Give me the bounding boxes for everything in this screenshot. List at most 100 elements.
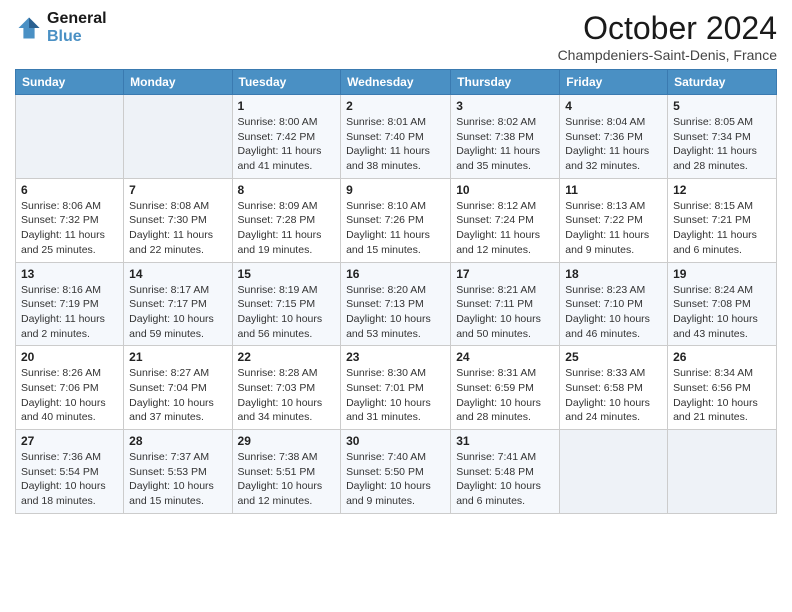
day-number: 1 bbox=[238, 99, 336, 113]
logo-text: General Blue bbox=[47, 10, 107, 45]
day-number: 22 bbox=[238, 350, 336, 364]
day-info: Sunrise: 8:26 AMSunset: 7:06 PMDaylight:… bbox=[21, 366, 118, 425]
day-info: Sunrise: 8:21 AMSunset: 7:11 PMDaylight:… bbox=[456, 283, 554, 342]
calendar-cell bbox=[124, 95, 232, 179]
calendar-cell: 1 Sunrise: 8:00 AMSunset: 7:42 PMDaylight… bbox=[232, 95, 341, 179]
day-number: 23 bbox=[346, 350, 445, 364]
day-number: 8 bbox=[238, 183, 336, 197]
day-info: Sunrise: 8:15 AMSunset: 7:21 PMDaylight:… bbox=[673, 199, 771, 258]
logo: General Blue bbox=[15, 10, 107, 45]
calendar-cell: 10 Sunrise: 8:12 AMSunset: 7:24 PMDayligh… bbox=[451, 178, 560, 262]
day-info: Sunrise: 8:33 AMSunset: 6:58 PMDaylight:… bbox=[565, 366, 662, 425]
day-number: 2 bbox=[346, 99, 445, 113]
day-number: 18 bbox=[565, 267, 662, 281]
weekday-header-sunday: Sunday bbox=[16, 70, 124, 95]
day-number: 27 bbox=[21, 434, 118, 448]
day-number: 10 bbox=[456, 183, 554, 197]
location-title: Champdeniers-Saint-Denis, France bbox=[558, 47, 777, 63]
day-number: 16 bbox=[346, 267, 445, 281]
day-info: Sunrise: 8:08 AMSunset: 7:30 PMDaylight:… bbox=[129, 199, 226, 258]
day-number: 26 bbox=[673, 350, 771, 364]
day-info: Sunrise: 8:24 AMSunset: 7:08 PMDaylight:… bbox=[673, 283, 771, 342]
calendar-cell: 18 Sunrise: 8:23 AMSunset: 7:10 PMDayligh… bbox=[560, 262, 668, 346]
day-info: Sunrise: 7:40 AMSunset: 5:50 PMDaylight:… bbox=[346, 450, 445, 509]
day-info: Sunrise: 8:12 AMSunset: 7:24 PMDaylight:… bbox=[456, 199, 554, 258]
calendar-cell: 14 Sunrise: 8:17 AMSunset: 7:17 PMDayligh… bbox=[124, 262, 232, 346]
calendar-cell: 2 Sunrise: 8:01 AMSunset: 7:40 PMDaylight… bbox=[341, 95, 451, 179]
day-number: 28 bbox=[129, 434, 226, 448]
calendar-cell: 4 Sunrise: 8:04 AMSunset: 7:36 PMDaylight… bbox=[560, 95, 668, 179]
calendar-cell: 28 Sunrise: 7:37 AMSunset: 5:53 PMDayligh… bbox=[124, 430, 232, 514]
calendar-cell: 26 Sunrise: 8:34 AMSunset: 6:56 PMDayligh… bbox=[668, 346, 777, 430]
calendar-cell: 8 Sunrise: 8:09 AMSunset: 7:28 PMDaylight… bbox=[232, 178, 341, 262]
day-number: 25 bbox=[565, 350, 662, 364]
day-info: Sunrise: 8:30 AMSunset: 7:01 PMDaylight:… bbox=[346, 366, 445, 425]
day-info: Sunrise: 8:23 AMSunset: 7:10 PMDaylight:… bbox=[565, 283, 662, 342]
weekday-header-monday: Monday bbox=[124, 70, 232, 95]
day-info: Sunrise: 8:16 AMSunset: 7:19 PMDaylight:… bbox=[21, 283, 118, 342]
day-number: 31 bbox=[456, 434, 554, 448]
calendar-cell: 6Sunrise: 8:06 AMSunset: 7:32 PMDaylight… bbox=[16, 178, 124, 262]
calendar-cell: 21Sunrise: 8:27 AMSunset: 7:04 PMDayligh… bbox=[124, 346, 232, 430]
calendar-cell: 13Sunrise: 8:16 AMSunset: 7:19 PMDayligh… bbox=[16, 262, 124, 346]
calendar-cell bbox=[16, 95, 124, 179]
calendar-cell: 24 Sunrise: 8:31 AMSunset: 6:59 PMDayligh… bbox=[451, 346, 560, 430]
calendar-cell: 29Sunrise: 7:38 AMSunset: 5:51 PMDayligh… bbox=[232, 430, 341, 514]
day-info: Sunrise: 8:28 AMSunset: 7:03 PMDaylight:… bbox=[238, 366, 336, 425]
weekday-header-saturday: Saturday bbox=[668, 70, 777, 95]
calendar-cell: 7 Sunrise: 8:08 AMSunset: 7:30 PMDaylight… bbox=[124, 178, 232, 262]
day-info: Sunrise: 7:37 AMSunset: 5:53 PMDaylight:… bbox=[129, 450, 226, 509]
day-info: Sunrise: 8:34 AMSunset: 6:56 PMDaylight:… bbox=[673, 366, 771, 425]
day-number: 11 bbox=[565, 183, 662, 197]
day-info: Sunrise: 8:31 AMSunset: 6:59 PMDaylight:… bbox=[456, 366, 554, 425]
day-number: 3 bbox=[456, 99, 554, 113]
weekday-header-wednesday: Wednesday bbox=[341, 70, 451, 95]
calendar-cell: 17 Sunrise: 8:21 AMSunset: 7:11 PMDayligh… bbox=[451, 262, 560, 346]
weekday-header-tuesday: Tuesday bbox=[232, 70, 341, 95]
day-number: 20 bbox=[21, 350, 118, 364]
day-info: Sunrise: 8:02 AMSunset: 7:38 PMDaylight:… bbox=[456, 115, 554, 174]
calendar-cell: 20 Sunrise: 8:26 AMSunset: 7:06 PMDayligh… bbox=[16, 346, 124, 430]
day-info: Sunrise: 8:01 AMSunset: 7:40 PMDaylight:… bbox=[346, 115, 445, 174]
calendar-table: SundayMondayTuesdayWednesdayThursdayFrid… bbox=[15, 69, 777, 514]
day-info: Sunrise: 8:00 AMSunset: 7:42 PMDaylight:… bbox=[238, 115, 336, 174]
day-info: Sunrise: 7:41 AMSunset: 5:48 PMDaylight:… bbox=[456, 450, 554, 509]
day-number: 5 bbox=[673, 99, 771, 113]
title-block: October 2024 Champdeniers-Saint-Denis, F… bbox=[558, 10, 777, 63]
calendar-cell bbox=[668, 430, 777, 514]
weekday-header-thursday: Thursday bbox=[451, 70, 560, 95]
day-info: Sunrise: 8:19 AMSunset: 7:15 PMDaylight:… bbox=[238, 283, 336, 342]
calendar-cell: 12 Sunrise: 8:15 AMSunset: 7:21 PMDayligh… bbox=[668, 178, 777, 262]
day-info: Sunrise: 7:36 AMSunset: 5:54 PMDaylight:… bbox=[21, 450, 118, 509]
day-info: Sunrise: 8:17 AMSunset: 7:17 PMDaylight:… bbox=[129, 283, 226, 342]
day-number: 12 bbox=[673, 183, 771, 197]
month-title: October 2024 bbox=[558, 10, 777, 47]
day-number: 24 bbox=[456, 350, 554, 364]
day-info: Sunrise: 8:09 AMSunset: 7:28 PMDaylight:… bbox=[238, 199, 336, 258]
calendar-cell: 11 Sunrise: 8:13 AMSunset: 7:22 PMDayligh… bbox=[560, 178, 668, 262]
day-info: Sunrise: 7:38 AMSunset: 5:51 PMDaylight:… bbox=[238, 450, 336, 509]
day-info: Sunrise: 8:10 AMSunset: 7:26 PMDaylight:… bbox=[346, 199, 445, 258]
day-number: 30 bbox=[346, 434, 445, 448]
day-number: 4 bbox=[565, 99, 662, 113]
calendar-cell: 31 Sunrise: 7:41 AMSunset: 5:48 PMDayligh… bbox=[451, 430, 560, 514]
day-number: 15 bbox=[238, 267, 336, 281]
day-number: 14 bbox=[129, 267, 226, 281]
calendar-cell: 23 Sunrise: 8:30 AMSunset: 7:01 PMDayligh… bbox=[341, 346, 451, 430]
calendar-cell: 25 Sunrise: 8:33 AMSunset: 6:58 PMDayligh… bbox=[560, 346, 668, 430]
day-number: 17 bbox=[456, 267, 554, 281]
page-header: General Blue October 2024 Champdeniers-S… bbox=[15, 10, 777, 63]
day-info: Sunrise: 8:13 AMSunset: 7:22 PMDaylight:… bbox=[565, 199, 662, 258]
calendar-cell: 9Sunrise: 8:10 AMSunset: 7:26 PMDaylight… bbox=[341, 178, 451, 262]
calendar-cell: 3 Sunrise: 8:02 AMSunset: 7:38 PMDaylight… bbox=[451, 95, 560, 179]
logo-icon bbox=[15, 14, 43, 42]
calendar-cell: 22 Sunrise: 8:28 AMSunset: 7:03 PMDayligh… bbox=[232, 346, 341, 430]
day-info: Sunrise: 8:04 AMSunset: 7:36 PMDaylight:… bbox=[565, 115, 662, 174]
calendar-cell: 16Sunrise: 8:20 AMSunset: 7:13 PMDayligh… bbox=[341, 262, 451, 346]
calendar-cell: 15 Sunrise: 8:19 AMSunset: 7:15 PMDayligh… bbox=[232, 262, 341, 346]
day-number: 7 bbox=[129, 183, 226, 197]
calendar-cell bbox=[560, 430, 668, 514]
calendar-cell: 30 Sunrise: 7:40 AMSunset: 5:50 PMDayligh… bbox=[341, 430, 451, 514]
day-info: Sunrise: 8:06 AMSunset: 7:32 PMDaylight:… bbox=[21, 199, 118, 258]
day-info: Sunrise: 8:27 AMSunset: 7:04 PMDaylight:… bbox=[129, 366, 226, 425]
